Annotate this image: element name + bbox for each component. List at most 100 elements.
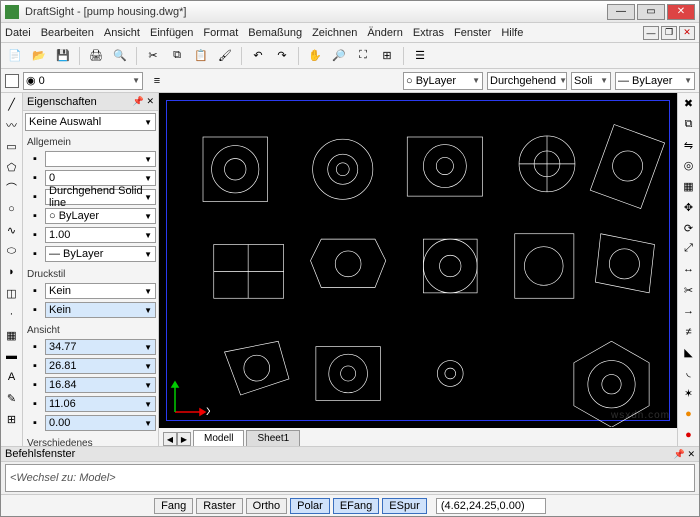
menu-hilfe[interactable]: Hilfe	[501, 27, 523, 39]
properties-icon[interactable]: ☰	[410, 46, 430, 66]
property-value[interactable]: 16.84▼	[45, 377, 156, 393]
copy-icon[interactable]: ⧉	[167, 46, 187, 66]
lineweight-combo[interactable]: Soli▼	[571, 72, 611, 90]
undo-icon[interactable]: ↶	[248, 46, 268, 66]
cut-icon[interactable]: ✂	[143, 46, 163, 66]
property-value[interactable]: 11.06▼	[45, 396, 156, 412]
copy2-icon[interactable]: ⧉	[680, 116, 698, 134]
pin-icon[interactable]: 📌 ✕	[133, 96, 154, 107]
status-fang[interactable]: Fang	[154, 498, 193, 514]
point-icon[interactable]: ·	[3, 305, 21, 323]
status-efang[interactable]: EFang	[333, 498, 379, 514]
layer-combo[interactable]: ◉ 0▼	[23, 72, 143, 90]
selection-combo[interactable]: Keine Auswahl▼	[25, 113, 156, 131]
table-icon[interactable]: ⊞	[3, 410, 21, 428]
status-ortho[interactable]: Ortho	[246, 498, 288, 514]
polyline-icon[interactable]: 〰	[3, 116, 21, 134]
property-value[interactable]: 26.81▼	[45, 358, 156, 374]
menu-einfuegen[interactable]: Einfügen	[150, 27, 193, 39]
command-input[interactable]: <Wechsel zu: Model>	[5, 464, 695, 492]
property-value[interactable]: 34.77▼	[45, 339, 156, 355]
note-icon[interactable]: ✎	[3, 389, 21, 407]
redo-icon[interactable]: ↷	[272, 46, 292, 66]
property-value[interactable]: 1.00▼	[45, 227, 156, 243]
region-icon[interactable]: ▬	[3, 347, 21, 365]
status-espur[interactable]: ESpur	[382, 498, 427, 514]
menu-datei[interactable]: Datei	[5, 27, 31, 39]
rectangle-icon[interactable]: ▭	[3, 137, 21, 155]
new-icon[interactable]: 📄	[5, 46, 25, 66]
red-tool-icon[interactable]: ●	[680, 426, 698, 444]
ellipse-icon[interactable]: ⬭	[3, 242, 21, 260]
property-value[interactable]: Kein▼	[45, 283, 156, 299]
mirror-icon[interactable]: ⇋	[680, 136, 698, 154]
menu-extras[interactable]: Extras	[413, 27, 444, 39]
erase-icon[interactable]: ✖	[680, 95, 698, 113]
drawing-canvas[interactable]: X wsxdn.com	[159, 93, 677, 428]
pan-icon[interactable]: ✋	[305, 46, 325, 66]
color-bylayer-combo[interactable]: ○ ByLayer▼	[403, 72, 483, 90]
block-icon[interactable]: ◫	[3, 284, 21, 302]
menu-fenster[interactable]: Fenster	[454, 27, 491, 39]
property-value[interactable]: 0.00▼	[45, 415, 156, 431]
doc-minimize-button[interactable]: —	[643, 26, 659, 40]
tab-next-icon[interactable]: ▶	[177, 432, 191, 446]
zoom-icon[interactable]: 🔎	[329, 46, 349, 66]
command-pin-icon[interactable]: 📌 ✕	[674, 449, 695, 460]
menu-format[interactable]: Format	[203, 27, 238, 39]
menu-aendern[interactable]: Ändern	[367, 27, 402, 39]
tab-sheet1[interactable]: Sheet1	[246, 430, 300, 446]
linetype-combo[interactable]: Durchgehend▼	[487, 72, 567, 90]
zoom-extents-icon[interactable]: ⊞	[377, 46, 397, 66]
preview-icon[interactable]: 🔍	[110, 46, 130, 66]
zoom-window-icon[interactable]: ⛶	[353, 46, 373, 66]
color-tool-icon[interactable]: ●	[680, 406, 698, 424]
break-icon[interactable]: ≠	[680, 323, 698, 341]
offset-icon[interactable]: ◎	[680, 157, 698, 175]
brush-icon[interactable]: 🖌	[215, 46, 235, 66]
property-value[interactable]: Kein▼	[45, 302, 156, 318]
move-icon[interactable]: ✥	[680, 199, 698, 217]
property-value[interactable]: — ByLayer▼	[45, 246, 156, 262]
fillet-icon[interactable]: ◟	[680, 364, 698, 382]
ellipse-arc-icon[interactable]: ◗	[3, 263, 21, 281]
layer-manager-icon[interactable]: ≡	[147, 71, 167, 91]
text-icon[interactable]: A	[3, 368, 21, 386]
menu-zeichnen[interactable]: Zeichnen	[312, 27, 357, 39]
line-icon[interactable]: ╱	[3, 95, 21, 113]
rotate-icon[interactable]: ⟳	[680, 219, 698, 237]
extend-icon[interactable]: →	[680, 302, 698, 320]
doc-restore-button[interactable]: ❐	[661, 26, 677, 40]
close-button[interactable]: ✕	[667, 4, 695, 20]
paste-icon[interactable]: 📋	[191, 46, 211, 66]
property-value[interactable]: 0▼	[45, 170, 156, 186]
stretch-icon[interactable]: ↔	[680, 261, 698, 279]
spline-icon[interactable]: ∿	[3, 221, 21, 239]
property-value[interactable]: ○ ByLayer▼	[45, 208, 156, 224]
color-swatch[interactable]	[5, 74, 19, 88]
menu-bearbeiten[interactable]: Bearbeiten	[41, 27, 94, 39]
menu-bemassung[interactable]: Bemaßung	[248, 27, 302, 39]
circle-icon[interactable]: ○	[3, 200, 21, 218]
tab-prev-icon[interactable]: ◀	[163, 432, 177, 446]
trim-icon[interactable]: ✂	[680, 281, 698, 299]
array-icon[interactable]: ▦	[680, 178, 698, 196]
minimize-button[interactable]: —	[607, 4, 635, 20]
plotstyle-combo[interactable]: — ByLayer▼	[615, 72, 695, 90]
open-icon[interactable]: 📂	[29, 46, 49, 66]
property-value[interactable]: Durchgehend Solid line▼	[45, 189, 156, 205]
print-icon[interactable]: 🖨	[86, 46, 106, 66]
hatch-icon[interactable]: ▦	[3, 326, 21, 344]
maximize-button[interactable]: ▭	[637, 4, 665, 20]
polygon-icon[interactable]: ⬠	[3, 158, 21, 176]
status-polar[interactable]: Polar	[290, 498, 330, 514]
save-icon[interactable]: 💾	[53, 46, 73, 66]
property-value[interactable]: ▼	[45, 151, 156, 167]
chamfer-icon[interactable]: ◣	[680, 343, 698, 361]
scale2-icon[interactable]: ⤢	[680, 240, 698, 258]
arc-icon[interactable]: ⌒	[3, 179, 21, 197]
menu-ansicht[interactable]: Ansicht	[104, 27, 140, 39]
doc-close-button[interactable]: ✕	[679, 26, 695, 40]
status-raster[interactable]: Raster	[196, 498, 242, 514]
explode-icon[interactable]: ✶	[680, 385, 698, 403]
